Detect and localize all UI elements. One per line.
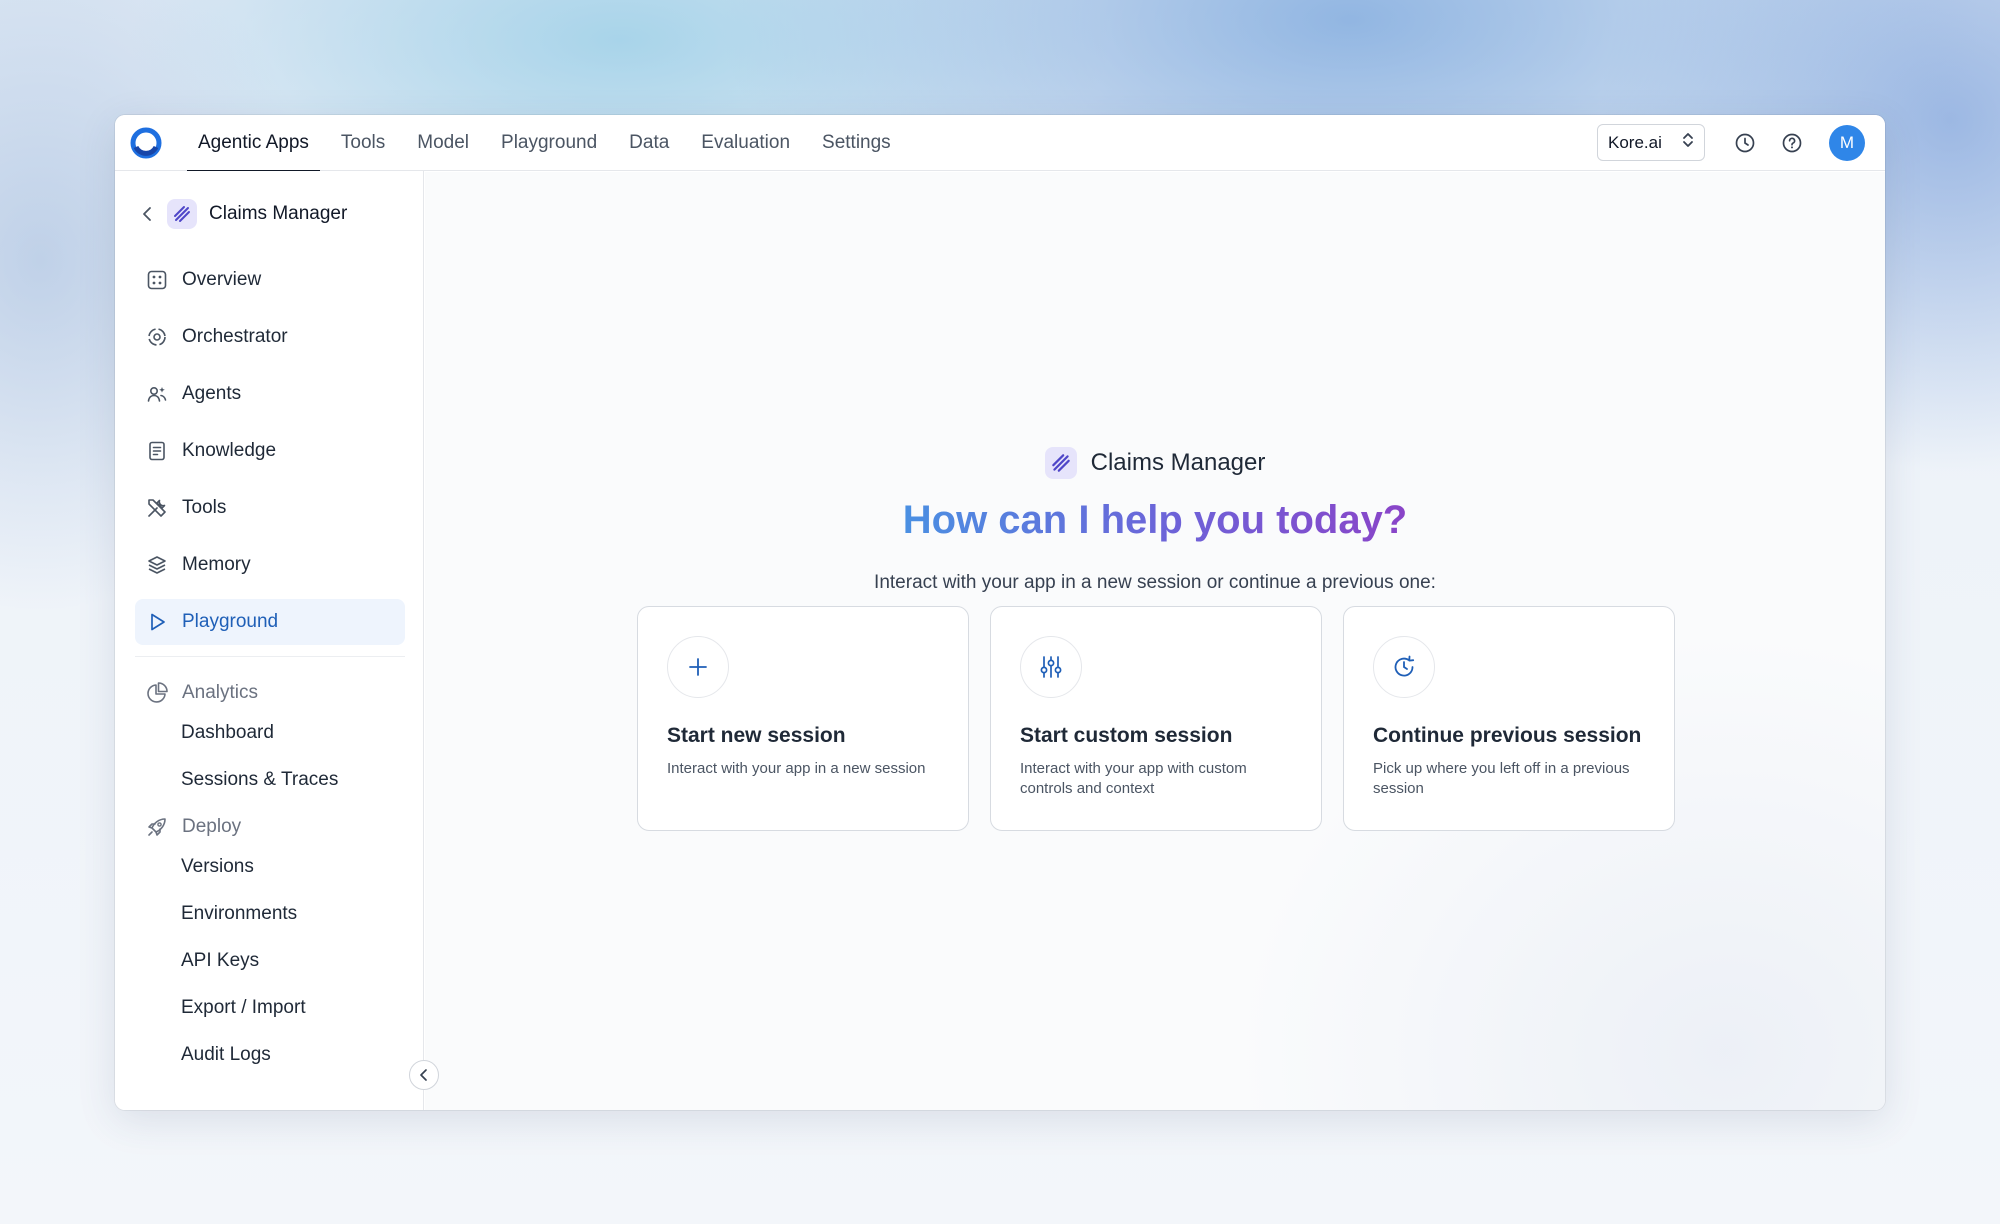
- card-description: Interact with your app with custom contr…: [1020, 760, 1247, 797]
- main-nav: Agentic Apps Tools Model Playground Data…: [187, 115, 912, 172]
- hero-app-header: Claims Manager: [425, 447, 1885, 479]
- app-window: Agentic Apps Tools Model Playground Data…: [115, 115, 1885, 1110]
- grid-icon: [145, 268, 169, 292]
- play-icon: [145, 610, 169, 634]
- sidebar-item-export-import[interactable]: Export / Import: [135, 988, 405, 1028]
- card-title: Start new session: [667, 724, 846, 747]
- nav-evaluation[interactable]: Evaluation: [690, 115, 801, 171]
- nav-tools[interactable]: Tools: [330, 115, 396, 171]
- sidebar-item-agents[interactable]: Agents: [135, 371, 405, 417]
- sidebar-item-orchestrator[interactable]: Orchestrator: [135, 314, 405, 360]
- help-icon[interactable]: [1778, 129, 1806, 157]
- sidebar-item-playground[interactable]: Playground: [135, 599, 405, 645]
- sidebar-app-header: Claims Manager: [137, 199, 347, 229]
- page-title: How can I help you today?: [425, 498, 1885, 543]
- sidebar-item-tools[interactable]: Tools: [135, 485, 405, 531]
- back-chevron-icon[interactable]: [137, 204, 157, 224]
- nav-model[interactable]: Model: [406, 115, 480, 171]
- session-cards: Start new session Interact with your app…: [637, 606, 1696, 831]
- sidebar-item-memory[interactable]: Memory: [135, 542, 405, 588]
- sidebar-app-name: Claims Manager: [209, 203, 348, 224]
- sidebar-menu: Overview Orchestrator Agents Knowledge T…: [135, 257, 405, 1082]
- user-avatar[interactable]: M: [1829, 124, 1865, 161]
- rocket-icon: [145, 815, 169, 839]
- collapse-sidebar-button[interactable]: [409, 1060, 439, 1090]
- sidebar-section-analytics[interactable]: Analytics: [135, 673, 405, 713]
- page-subtitle: Interact with your app in a new session …: [874, 572, 1436, 593]
- history-icon: [1373, 636, 1435, 698]
- hero-app-name: Claims Manager: [1090, 449, 1266, 476]
- document-icon: [145, 439, 169, 463]
- orchestrator-icon: [145, 325, 169, 349]
- tools-icon: [145, 496, 169, 520]
- sidebar-item-label: Memory: [182, 554, 251, 575]
- sidebar-item-label: Playground: [182, 611, 279, 632]
- sidebar: Claims Manager Overview Orchestrator Age…: [115, 171, 424, 1110]
- sidebar-divider: [135, 656, 405, 657]
- top-right-controls: Kore.ai M: [1597, 124, 1865, 161]
- sidebar-section-deploy[interactable]: Deploy: [135, 807, 405, 847]
- agents-icon: [145, 382, 169, 406]
- playground-main: Claims Manager How can I help you today?…: [425, 172, 1885, 1110]
- card-title: Start custom session: [1020, 724, 1233, 747]
- nav-settings[interactable]: Settings: [811, 115, 902, 171]
- chevron-left-icon: [418, 1068, 430, 1082]
- card-description: Interact with your app in a new session: [667, 760, 926, 777]
- sidebar-item-label: Orchestrator: [182, 326, 288, 347]
- sidebar-item-audit-logs[interactable]: Audit Logs: [135, 1035, 405, 1075]
- sidebar-item-label: Tools: [182, 497, 227, 518]
- org-selector[interactable]: Kore.ai: [1597, 124, 1705, 161]
- nav-playground[interactable]: Playground: [490, 115, 608, 171]
- sidebar-item-label: Knowledge: [182, 440, 277, 461]
- app-hatch-icon: [167, 199, 197, 229]
- sidebar-item-sessions-traces[interactable]: Sessions & Traces: [135, 760, 405, 800]
- nav-agentic-apps[interactable]: Agentic Apps: [187, 115, 320, 172]
- card-title: Continue previous session: [1373, 724, 1642, 747]
- start-new-session-card[interactable]: Start new session Interact with your app…: [637, 606, 969, 831]
- continue-previous-session-card[interactable]: Continue previous session Pick up where …: [1343, 606, 1675, 831]
- sidebar-item-environments[interactable]: Environments: [135, 894, 405, 934]
- card-description: Pick up where you left off in a previous…: [1373, 760, 1630, 797]
- sidebar-item-label: Agents: [182, 383, 242, 404]
- history-clock-icon[interactable]: [1731, 129, 1759, 157]
- nav-data[interactable]: Data: [618, 115, 680, 171]
- layers-icon: [145, 553, 169, 577]
- sidebar-item-knowledge[interactable]: Knowledge: [135, 428, 405, 474]
- plus-icon: [667, 636, 729, 698]
- app-hatch-icon: [1044, 447, 1077, 479]
- sidebar-item-overview[interactable]: Overview: [135, 257, 405, 303]
- sidebar-item-dashboard[interactable]: Dashboard: [135, 713, 405, 753]
- top-nav: Agentic Apps Tools Model Playground Data…: [115, 115, 1885, 172]
- sidebar-section-label: Deploy: [182, 816, 242, 837]
- page-title-text: How can I help you today?: [902, 498, 1408, 542]
- sliders-icon: [1020, 636, 1082, 698]
- sidebar-item-label: Overview: [182, 269, 262, 290]
- kore-logo-icon[interactable]: [129, 126, 163, 160]
- sidebar-section-label: Analytics: [182, 682, 259, 703]
- sidebar-item-versions[interactable]: Versions: [135, 847, 405, 887]
- start-custom-session-card[interactable]: Start custom session Interact with your …: [990, 606, 1322, 831]
- chevron-up-down-icon: [1682, 131, 1694, 154]
- pie-chart-icon: [145, 681, 169, 705]
- sidebar-item-api-keys[interactable]: API Keys: [135, 941, 405, 981]
- org-selector-label: Kore.ai: [1608, 132, 1662, 152]
